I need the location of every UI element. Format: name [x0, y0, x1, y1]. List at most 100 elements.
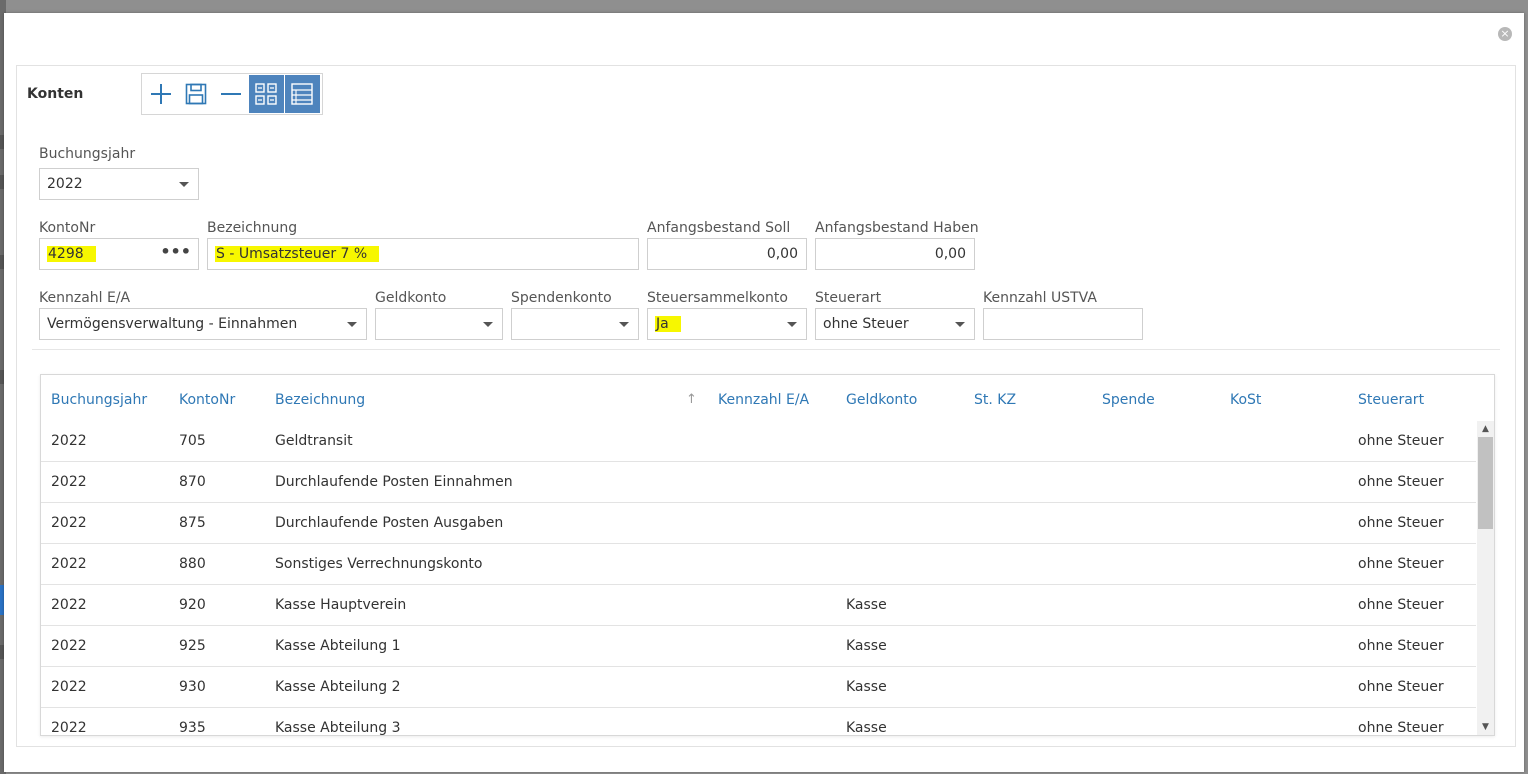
steuersammelkonto-label: Steuersammelkonto [647, 290, 788, 306]
cell-buchungsjahr: 2022 [51, 474, 87, 490]
vertical-scrollbar[interactable]: ▲ ▼ [1477, 421, 1494, 735]
column-header-bezeichnung[interactable]: Bezeichnung [275, 392, 365, 408]
cell-buchungsjahr: 2022 [51, 679, 87, 695]
cell-bezeichnung: Durchlaufende Posten Ausgaben [275, 515, 504, 531]
remove-button[interactable] [213, 75, 248, 113]
anfangsbestand-soll-value: 0,00 [766, 246, 798, 262]
cell-kontonr: 930 [179, 679, 206, 695]
cell-kontonr: 925 [179, 638, 206, 654]
scroll-up-icon[interactable]: ▲ [1477, 421, 1494, 437]
add-button[interactable] [143, 75, 178, 113]
cell-kontonr: 880 [179, 556, 206, 572]
cell-buchungsjahr: 2022 [51, 638, 87, 654]
table-row[interactable]: 2022 930 Kasse Abteilung 2 Kasse ohne Steuer [41, 667, 1476, 708]
column-header-kontonr[interactable]: KontoNr [179, 392, 235, 408]
column-header-geldkonto[interactable]: Geldkonto [846, 392, 917, 408]
steuersammelkonto-select[interactable]: Ja [647, 308, 807, 340]
anfangsbestand-soll-label: Anfangsbestand Soll [647, 220, 791, 236]
cell-steuerart: ohne Steuer [1358, 720, 1444, 736]
list-view-icon [291, 83, 314, 105]
toolbar [141, 73, 323, 115]
cell-buchungsjahr: 2022 [51, 597, 87, 613]
cell-buchungsjahr: 2022 [51, 433, 87, 449]
steuerart-select[interactable]: ohne Steuer [815, 308, 975, 340]
scroll-down-icon[interactable]: ▼ [1477, 719, 1494, 735]
table-row[interactable]: 2022 880 Sonstiges Verrechnungskonto ohne S… [41, 544, 1476, 585]
plus-icon [150, 84, 171, 104]
spendenkonto-select[interactable] [511, 308, 639, 340]
kontonr-value: 4298 [47, 246, 96, 262]
close-icon[interactable]: × [1498, 27, 1512, 41]
cell-kontonr: 705 [179, 433, 206, 449]
buchungsjahr-label: Buchungsjahr [39, 146, 136, 162]
table-row[interactable]: 2022 875 Durchlaufende Posten Ausgaben ohne… [41, 503, 1476, 544]
cell-bezeichnung: Kasse Abteilung 3 [275, 720, 401, 736]
anfangsbestand-haben-label: Anfangsbestand Haben [815, 220, 979, 236]
chevron-down-icon [619, 322, 629, 327]
table-row[interactable]: 2022 705 Geldtransit ohne Steuer [41, 421, 1476, 462]
geldkonto-select[interactable] [375, 308, 503, 340]
cell-kontonr: 935 [179, 720, 206, 736]
steuerart-label: Steuerart [815, 290, 882, 306]
chevron-down-icon [347, 322, 357, 327]
grid-body: 2022 705 Geldtransit ohne Steuer 2022 870 Durc… [41, 421, 1476, 736]
list-view-button[interactable] [284, 75, 321, 113]
column-header-spende[interactable]: Spende [1102, 392, 1155, 408]
steuersammelkonto-value: Ja [655, 316, 681, 332]
konten-dialog: × Konten Buchungsjahr 2022 KontoNr 4298 … [4, 13, 1524, 772]
chevron-down-icon [179, 182, 189, 187]
cell-geldkonto: Kasse [846, 679, 887, 695]
buchungsjahr-select[interactable]: 2022 [39, 168, 199, 200]
column-header-kost[interactable]: KoSt [1230, 392, 1261, 408]
konten-grid: Buchungsjahr KontoNr Bezeichnung ↑ Kennz… [40, 374, 1495, 736]
column-header-st-kz[interactable]: St. KZ [974, 392, 1016, 408]
table-row[interactable]: 2022 870 Durchlaufende Posten Einnahmen ohn… [41, 462, 1476, 503]
column-header-steuerart[interactable]: Steuerart [1358, 392, 1424, 408]
divider [32, 349, 1500, 350]
anfangsbestand-haben-field[interactable]: 0,00 [815, 238, 975, 270]
cell-steuerart: ohne Steuer [1358, 638, 1444, 654]
cell-kontonr: 875 [179, 515, 206, 531]
cell-steuerart: ohne Steuer [1358, 474, 1444, 490]
cell-steuerart: ohne Steuer [1358, 433, 1444, 449]
kennzahl-ea-select[interactable]: Vermögensverwaltung - Einnahmen [39, 308, 367, 340]
chevron-down-icon [483, 322, 493, 327]
table-row[interactable]: 2022 925 Kasse Abteilung 1 Kasse ohne Steuer [41, 626, 1476, 667]
anfangsbestand-haben-value: 0,00 [934, 246, 966, 262]
cell-bezeichnung: Geldtransit [275, 433, 353, 449]
column-header-kennzahl-ea[interactable]: Kennzahl E/A [718, 392, 809, 408]
konten-panel: Konten Buchungsjahr 2022 KontoNr 4298 ••… [16, 65, 1516, 747]
form-view-button[interactable] [248, 75, 284, 113]
table-row[interactable]: 2022 935 Kasse Abteilung 3 Kasse ohne Steuer [41, 708, 1476, 736]
buchungsjahr-value: 2022 [47, 176, 83, 192]
cell-steuerart: ohne Steuer [1358, 556, 1444, 572]
bezeichnung-field[interactable]: S - Umsatzsteuer 7 % [207, 238, 639, 270]
cell-bezeichnung: Sonstiges Verrechnungskonto [275, 556, 483, 572]
anfangsbestand-soll-field[interactable]: 0,00 [647, 238, 807, 270]
kennzahl-ustva-field[interactable] [983, 308, 1143, 340]
chevron-down-icon [955, 322, 965, 327]
panel-title: Konten [27, 86, 84, 102]
floppy-disk-icon [185, 83, 207, 105]
kennzahl-ea-label: Kennzahl E/A [39, 290, 131, 306]
cell-geldkonto: Kasse [846, 597, 887, 613]
form-grid-icon [255, 83, 277, 105]
cell-buchungsjahr: 2022 [51, 720, 87, 736]
table-row[interactable]: 2022 920 Kasse Hauptverein Kasse ohne Steuer [41, 585, 1476, 626]
cell-steuerart: ohne Steuer [1358, 597, 1444, 613]
sort-ascending-icon: ↑ [686, 392, 697, 407]
kennzahl-ustva-label: Kennzahl USTVA [983, 290, 1097, 306]
save-button[interactable] [178, 75, 213, 113]
cell-buchungsjahr: 2022 [51, 556, 87, 572]
steuerart-value: ohne Steuer [823, 316, 909, 332]
bezeichnung-value: S - Umsatzsteuer 7 % [215, 246, 380, 262]
geldkonto-label: Geldkonto [375, 290, 447, 306]
kontonr-field[interactable]: 4298 ••• [39, 238, 199, 270]
cell-kontonr: 920 [179, 597, 206, 613]
column-header-buchungsjahr[interactable]: Buchungsjahr [51, 392, 147, 408]
kontonr-label: KontoNr [39, 220, 96, 236]
more-icon[interactable]: ••• [160, 242, 191, 261]
scrollbar-thumb[interactable] [1478, 437, 1493, 529]
cell-bezeichnung: Durchlaufende Posten Einnahmen [275, 474, 513, 490]
cell-kontonr: 870 [179, 474, 206, 490]
